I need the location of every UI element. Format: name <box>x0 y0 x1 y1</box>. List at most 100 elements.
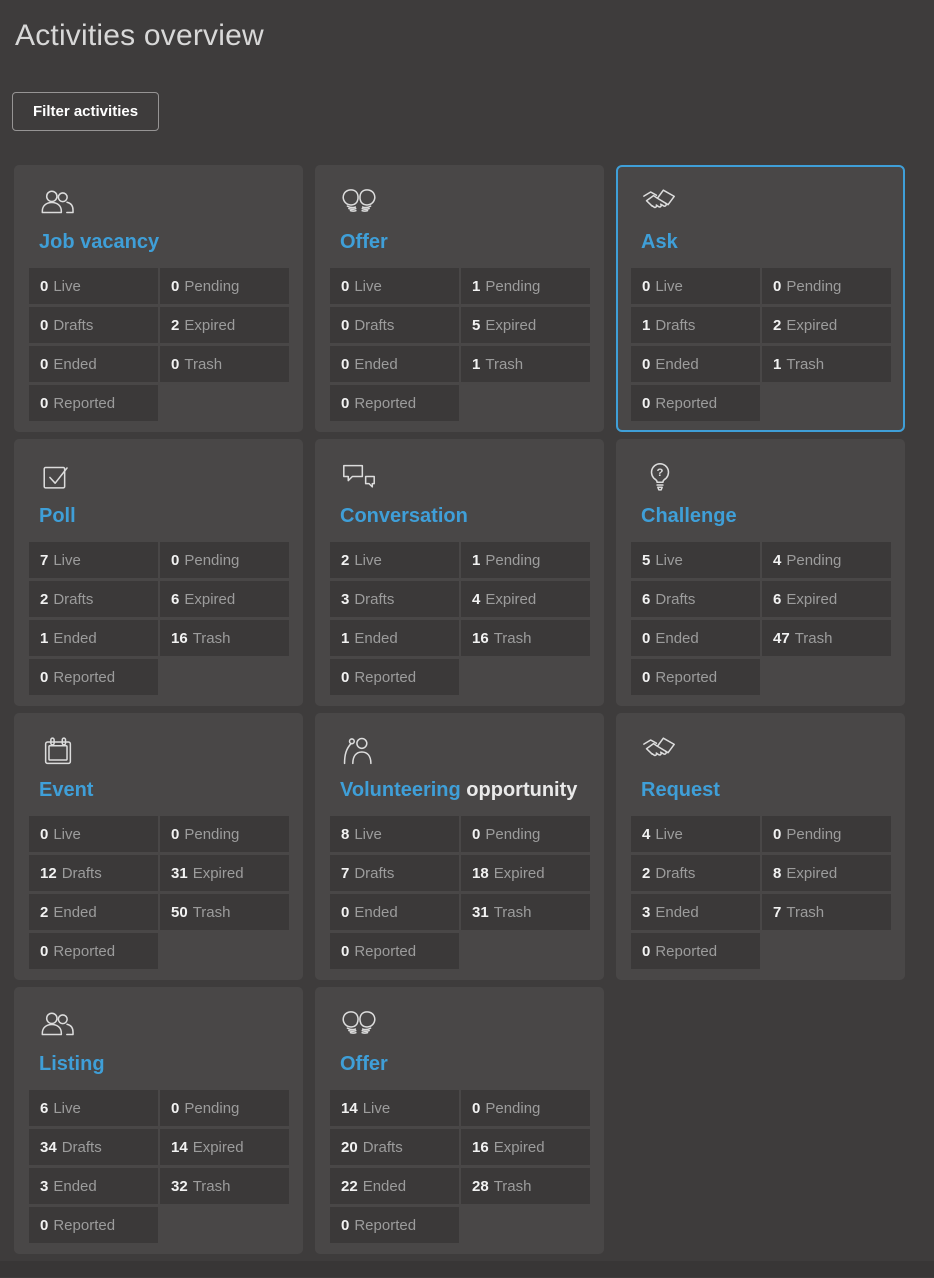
stat-cell-live[interactable]: 4Live <box>631 816 760 852</box>
stat-cell-pending[interactable]: 0Pending <box>461 1090 590 1126</box>
card-title-conversation[interactable]: Conversation <box>340 504 590 529</box>
stat-cell-trash[interactable]: 7Trash <box>762 894 891 930</box>
stat-cell-trash[interactable]: 1Trash <box>762 346 891 382</box>
stat-cell-ended[interactable]: 0Ended <box>330 894 459 930</box>
card-offer-2[interactable]: Offer 14Live0Pending20Drafts16Expired22En… <box>315 987 604 1254</box>
stat-cell-drafts[interactable]: 0Drafts <box>29 307 158 343</box>
stat-cell-ended[interactable]: 0Ended <box>631 620 760 656</box>
card-title-offer[interactable]: Offer <box>340 1052 590 1077</box>
stat-cell-expired[interactable]: 16Expired <box>461 1129 590 1165</box>
card-offer[interactable]: Offer 0Live1Pending0Drafts5Expired0Ended1… <box>315 165 604 432</box>
stat-cell-ended[interactable]: 0Ended <box>29 346 158 382</box>
stat-cell-live[interactable]: 2Live <box>330 542 459 578</box>
card-poll[interactable]: Poll 7Live0Pending2Drafts6Expired1Ended16… <box>14 439 303 706</box>
stat-cell-reported[interactable]: 0Reported <box>330 933 459 969</box>
card-event[interactable]: Event 0Live0Pending12Drafts31Expired2Ende… <box>14 713 303 980</box>
stat-cell-drafts[interactable]: 34Drafts <box>29 1129 158 1165</box>
stat-cell-trash[interactable]: 16Trash <box>160 620 289 656</box>
stat-cell-reported[interactable]: 0Reported <box>330 1207 459 1243</box>
stat-cell-reported[interactable]: 0Reported <box>29 659 158 695</box>
stat-cell-trash[interactable]: 16Trash <box>461 620 590 656</box>
card-job-vacancy[interactable]: Job vacancy0Live0Pending0Drafts2Expired0… <box>14 165 303 432</box>
stat-cell-expired[interactable]: 2Expired <box>762 307 891 343</box>
stat-cell-ended[interactable]: 1Ended <box>29 620 158 656</box>
card-title-volunteering-opportunity[interactable]: Volunteering opportunity <box>340 778 590 803</box>
stat-cell-drafts[interactable]: 20Drafts <box>330 1129 459 1165</box>
stat-cell-expired[interactable]: 2Expired <box>160 307 289 343</box>
stat-cell-trash[interactable]: 31Trash <box>461 894 590 930</box>
stat-cell-expired[interactable]: 31Expired <box>160 855 289 891</box>
card-title-job-vacancy[interactable]: Job vacancy <box>39 230 289 255</box>
card-title-challenge[interactable]: Challenge <box>641 504 891 529</box>
card-title-offer[interactable]: Offer <box>340 230 590 255</box>
card-request[interactable]: Request 4Live0Pending2Drafts8Expired3Ende… <box>616 713 905 980</box>
stat-cell-drafts[interactable]: 12Drafts <box>29 855 158 891</box>
stat-cell-ended[interactable]: 22Ended <box>330 1168 459 1204</box>
card-title-poll[interactable]: Poll <box>39 504 289 529</box>
card-conversation[interactable]: Conversation 2Live1Pending3Drafts4Expired… <box>315 439 604 706</box>
stat-cell-expired[interactable]: 6Expired <box>160 581 289 617</box>
stat-cell-ended[interactable]: 0Ended <box>330 346 459 382</box>
stat-cell-pending[interactable]: 4Pending <box>762 542 891 578</box>
stat-cell-drafts[interactable]: 1Drafts <box>631 307 760 343</box>
stat-cell-pending[interactable]: 0Pending <box>160 542 289 578</box>
stat-cell-pending[interactable]: 0Pending <box>762 268 891 304</box>
stat-cell-reported[interactable]: 0Reported <box>29 1207 158 1243</box>
stat-cell-expired[interactable]: 4Expired <box>461 581 590 617</box>
stat-cell-pending[interactable]: 1Pending <box>461 542 590 578</box>
stat-cell-expired[interactable]: 18Expired <box>461 855 590 891</box>
stat-cell-reported[interactable]: 0Reported <box>29 385 158 421</box>
stat-cell-reported[interactable]: 0Reported <box>330 659 459 695</box>
stat-cell-expired[interactable]: 6Expired <box>762 581 891 617</box>
stat-cell-pending[interactable]: 0Pending <box>461 816 590 852</box>
stat-cell-live[interactable]: 0Live <box>631 268 760 304</box>
stat-cell-live[interactable]: 0Live <box>29 268 158 304</box>
stat-cell-reported[interactable]: 0Reported <box>631 933 760 969</box>
stat-cell-live[interactable]: 0Live <box>29 816 158 852</box>
stat-cell-trash[interactable]: 1Trash <box>461 346 590 382</box>
stat-cell-pending[interactable]: 0Pending <box>762 816 891 852</box>
card-title-event[interactable]: Event <box>39 778 289 803</box>
stat-cell-trash[interactable]: 0Trash <box>160 346 289 382</box>
stat-cell-drafts[interactable]: 2Drafts <box>631 855 760 891</box>
stat-cell-ended[interactable]: 0Ended <box>631 346 760 382</box>
stat-cell-trash[interactable]: 47Trash <box>762 620 891 656</box>
stat-cell-reported[interactable]: 0Reported <box>631 659 760 695</box>
card-listing[interactable]: Listing 6Live0Pending34Drafts14Expired3En… <box>14 987 303 1254</box>
card-challenge[interactable]: ?Challenge5Live4Pending6Drafts6Expired0E… <box>616 439 905 706</box>
stat-cell-pending[interactable]: 0Pending <box>160 816 289 852</box>
stat-cell-expired[interactable]: 8Expired <box>762 855 891 891</box>
stat-cell-ended[interactable]: 1Ended <box>330 620 459 656</box>
stat-cell-live[interactable]: 6Live <box>29 1090 158 1126</box>
card-volunteering-opportunity[interactable]: Volunteering opportunity 8Live0Pending7Dr… <box>315 713 604 980</box>
stat-cell-reported[interactable]: 0Reported <box>29 933 158 969</box>
stat-cell-drafts[interactable]: 0Drafts <box>330 307 459 343</box>
stat-cell-live[interactable]: 8Live <box>330 816 459 852</box>
stat-cell-reported[interactable]: 0Reported <box>330 385 459 421</box>
stat-cell-trash[interactable]: 32Trash <box>160 1168 289 1204</box>
stat-cell-ended[interactable]: 2Ended <box>29 894 158 930</box>
stat-cell-reported[interactable]: 0Reported <box>631 385 760 421</box>
stat-cell-pending[interactable]: 0Pending <box>160 1090 289 1126</box>
stat-cell-live[interactable]: 7Live <box>29 542 158 578</box>
stat-cell-pending[interactable]: 1Pending <box>461 268 590 304</box>
stat-cell-drafts[interactable]: 2Drafts <box>29 581 158 617</box>
filter-activities-button[interactable]: Filter activities <box>12 92 159 131</box>
card-ask[interactable]: Ask 0Live0Pending1Drafts2Expired0Ended1Tr… <box>616 165 905 432</box>
stat-cell-live[interactable]: 0Live <box>330 268 459 304</box>
stat-cell-live[interactable]: 5Live <box>631 542 760 578</box>
stat-cell-trash[interactable]: 50Trash <box>160 894 289 930</box>
stat-cell-trash[interactable]: 28Trash <box>461 1168 590 1204</box>
card-title-ask[interactable]: Ask <box>641 230 891 255</box>
stat-cell-pending[interactable]: 0Pending <box>160 268 289 304</box>
stat-cell-expired[interactable]: 5Expired <box>461 307 590 343</box>
stat-cell-drafts[interactable]: 3Drafts <box>330 581 459 617</box>
stat-cell-live[interactable]: 14Live <box>330 1090 459 1126</box>
card-title-listing[interactable]: Listing <box>39 1052 289 1077</box>
stat-cell-drafts[interactable]: 6Drafts <box>631 581 760 617</box>
card-title-request[interactable]: Request <box>641 778 891 803</box>
stat-cell-ended[interactable]: 3Ended <box>631 894 760 930</box>
stat-cell-drafts[interactable]: 7Drafts <box>330 855 459 891</box>
stat-cell-expired[interactable]: 14Expired <box>160 1129 289 1165</box>
stat-cell-ended[interactable]: 3Ended <box>29 1168 158 1204</box>
